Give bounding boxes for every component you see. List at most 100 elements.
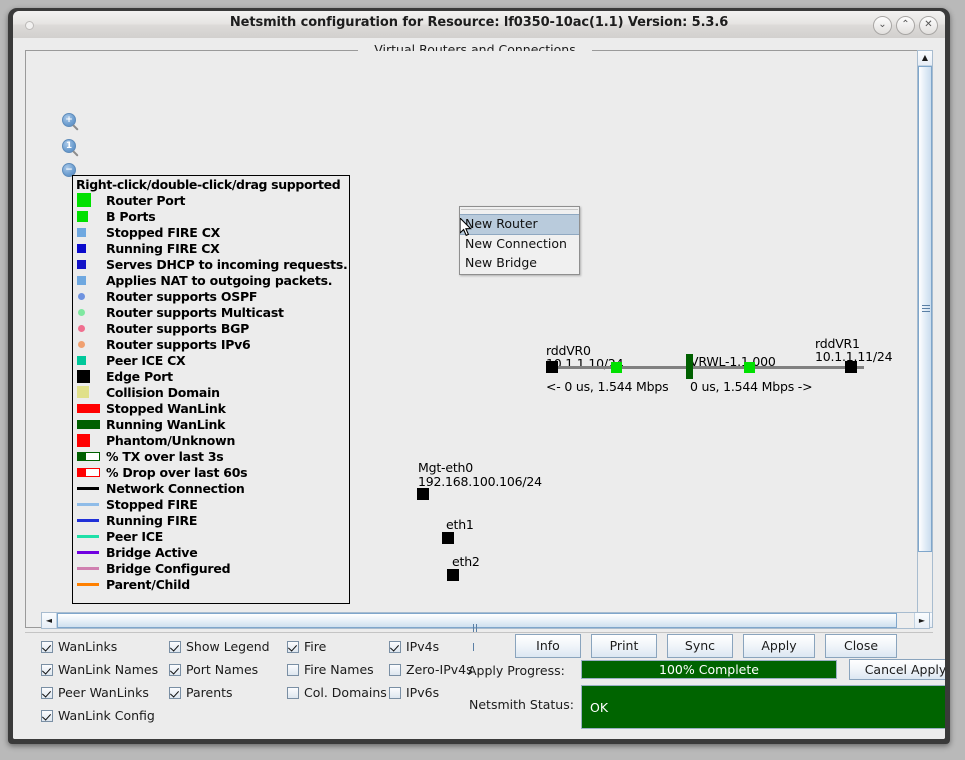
legend-item-label: Running WanLink <box>106 416 226 432</box>
netsmith-canvas[interactable]: + 1 − Right-click/double-click/drag supp… <box>26 51 924 627</box>
checkbox-wanlink-config[interactable]: WanLink Config <box>41 704 158 727</box>
legend-swatch-icon <box>77 465 101 479</box>
vertical-scroll-thumb[interactable] <box>918 66 932 552</box>
checkbox-checked-icon[interactable] <box>41 709 53 722</box>
checkbox-unchecked-icon[interactable] <box>389 686 401 699</box>
zoom-in-button[interactable]: + <box>62 113 81 132</box>
legend-swatch-icon <box>77 433 101 447</box>
checkbox-label: IPv6s <box>406 685 440 700</box>
checkbox-ipv6s[interactable]: IPv6s <box>389 681 473 704</box>
legend-item-label: Stopped FIRE <box>106 496 198 512</box>
checkbox-wanlinks[interactable]: WanLinks <box>41 635 158 658</box>
magnifier-handle-icon <box>72 124 79 131</box>
menu-item-new-connection[interactable]: New Connection <box>460 235 579 254</box>
legend-item-label: Bridge Configured <box>106 560 231 576</box>
horizontal-scrollbar[interactable]: ◄ ► <box>41 612 930 651</box>
cancel-apply-button[interactable]: Cancel Apply <box>849 659 945 680</box>
checkbox-wanlink-names[interactable]: WanLink Names <box>41 658 158 681</box>
legend-item-label: Router supports Multicast <box>106 304 284 320</box>
checkbox-col-domains[interactable]: Col. Domains <box>287 681 387 704</box>
scroll-up-icon[interactable]: ▲ <box>918 51 932 66</box>
checkbox-unchecked-icon[interactable] <box>287 686 299 699</box>
port-eth2-square[interactable] <box>447 569 459 581</box>
zoom-reset-button[interactable]: 1 <box>62 139 81 158</box>
checkbox-column-3: Fire Fire Names Col. Domains <box>287 635 387 704</box>
scroll-grip-icon <box>473 617 481 651</box>
legend-swatch-icon <box>77 193 101 207</box>
port-eth1-square[interactable] <box>442 532 454 544</box>
checkbox-peer-wanlinks[interactable]: Peer WanLinks <box>41 681 158 704</box>
legend-item: Bridge Active <box>73 544 349 560</box>
checkbox-parents[interactable]: Parents <box>169 681 270 704</box>
legend-item-label: % TX over last 3s <box>106 448 224 464</box>
router-port-left[interactable] <box>611 362 622 373</box>
legend-swatch-icon <box>77 305 101 319</box>
legend-panel: Right-click/double-click/drag supported … <box>72 175 350 604</box>
magnifier-handle-icon <box>72 150 79 157</box>
legend-swatch-icon <box>77 561 101 575</box>
checkbox-checked-icon[interactable] <box>41 663 53 676</box>
print-button[interactable]: Print <box>591 634 657 658</box>
checkbox-fire[interactable]: Fire <box>287 635 387 658</box>
context-menu[interactable]: New Router New Connection New Bridge <box>459 206 580 275</box>
scroll-right-icon[interactable]: ► <box>914 613 929 628</box>
checkbox-unchecked-icon[interactable] <box>287 663 299 676</box>
legend-item-label: Stopped FIRE CX <box>106 224 221 240</box>
legend-item: Applies NAT to outgoing packets. <box>73 272 349 288</box>
vertical-scrollbar[interactable]: ▲ ▼ <box>917 50 933 628</box>
legend-item: B Ports <box>73 208 349 224</box>
legend-item-label: Router Port <box>106 192 186 208</box>
wanlink-endpoint-a[interactable] <box>686 354 693 379</box>
legend-item: Running FIRE <box>73 512 349 528</box>
checkbox-ipv4s[interactable]: IPv4s <box>389 635 473 658</box>
menu-item-new-bridge[interactable]: New Bridge <box>460 254 579 273</box>
info-button[interactable]: Info <box>515 634 581 658</box>
checkbox-show-legend[interactable]: Show Legend <box>169 635 270 658</box>
checkbox-checked-icon[interactable] <box>169 686 181 699</box>
window-buttons: ⌄ ⌃ ✕ <box>873 16 938 35</box>
minimize-icon[interactable]: ⌄ <box>873 16 892 35</box>
checkbox-fire-names[interactable]: Fire Names <box>287 658 387 681</box>
legend-item-label: Network Connection <box>106 480 245 496</box>
legend-item: Collision Domain <box>73 384 349 400</box>
window-title: Netsmith configuration for Resource: lf0… <box>229 15 729 30</box>
checkbox-zero-ipv4s[interactable]: Zero-IPv4s <box>389 658 473 681</box>
title-bar[interactable]: Netsmith configuration for Resource: lf0… <box>13 11 945 39</box>
apply-button[interactable]: Apply <box>743 634 815 658</box>
checkbox-checked-icon[interactable] <box>287 640 299 653</box>
legend-swatch-icon <box>77 241 101 255</box>
maximize-icon[interactable]: ⌃ <box>896 16 915 35</box>
edge-port-left[interactable] <box>546 361 558 373</box>
sync-button[interactable]: Sync <box>667 634 733 658</box>
horizontal-scroll-thumb[interactable] <box>57 613 897 651</box>
checkbox-checked-icon[interactable] <box>169 663 181 676</box>
edge-port-right[interactable] <box>845 361 857 373</box>
legend-swatch-icon <box>77 273 101 287</box>
router-port-right[interactable] <box>744 362 755 373</box>
window-inner: Netsmith configuration for Resource: lf0… <box>13 11 945 739</box>
checkbox-checked-icon[interactable] <box>389 640 401 653</box>
port-mgt-eth0-square[interactable] <box>417 488 429 500</box>
checkbox-label: Col. Domains <box>304 685 387 700</box>
legend-item-label: Peer ICE <box>106 528 163 544</box>
checkbox-checked-icon[interactable] <box>41 640 53 653</box>
checkbox-checked-icon[interactable] <box>169 640 181 653</box>
scroll-left-icon[interactable]: ◄ <box>42 613 57 628</box>
close-icon[interactable]: ✕ <box>919 16 938 35</box>
legend-item-label: Running FIRE CX <box>106 240 220 256</box>
legend-item-label: Serves DHCP to incoming requests. <box>106 256 348 272</box>
port-eth1-name: eth1 <box>446 517 474 532</box>
checkbox-checked-icon[interactable] <box>41 686 53 699</box>
wanlink-stat: 0 us, 1.544 Mbps -> <box>690 379 813 394</box>
checkbox-label: Zero-IPv4s <box>406 662 473 677</box>
checkbox-port-names[interactable]: Port Names <box>169 658 270 681</box>
close-button[interactable]: Close <box>825 634 897 658</box>
connection-wire-right[interactable] <box>689 366 864 369</box>
legend-swatch-icon <box>77 209 101 223</box>
legend-item: Router Port <box>73 192 349 208</box>
connection-wire-left[interactable] <box>554 366 694 369</box>
menu-item-new-router[interactable]: New Router <box>460 214 579 235</box>
legend-item: Network Connection <box>73 480 349 496</box>
checkbox-label: Port Names <box>186 662 259 677</box>
checkbox-unchecked-icon[interactable] <box>389 663 401 676</box>
